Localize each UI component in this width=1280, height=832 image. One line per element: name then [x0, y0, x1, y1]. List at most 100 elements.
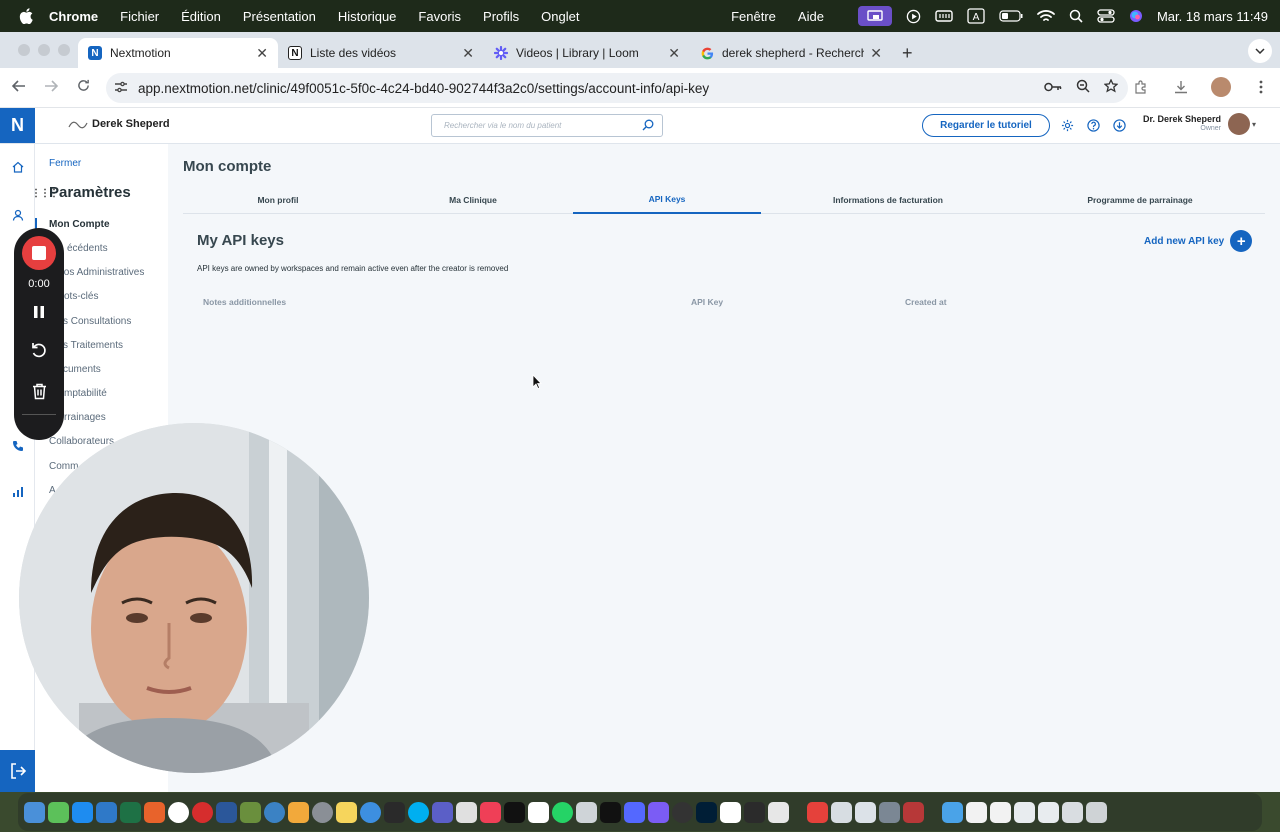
patients-icon[interactable] [11, 208, 24, 221]
teams-icon[interactable] [432, 801, 453, 823]
control-center-icon[interactable] [1097, 7, 1115, 25]
close-tab-icon[interactable]: ✕ [256, 45, 268, 62]
url-omnibox[interactable]: app.nextmotion.net/clinic/49f0051c-5f0c-… [106, 73, 1128, 103]
tab-informations-facturation[interactable]: Informations de facturation [793, 186, 983, 214]
menu-chrome[interactable]: Chrome [49, 9, 98, 24]
screen-share-icon[interactable] [857, 6, 892, 26]
menu-presentation[interactable]: Présentation [243, 9, 316, 24]
add-api-key-button[interactable]: Add new API key + [1144, 230, 1253, 252]
keyboard-input-icon[interactable]: A [967, 7, 985, 25]
siri-icon[interactable] [1129, 7, 1143, 25]
sidebar-item-mon-compte[interactable]: Mon Compte [49, 219, 110, 230]
patient-search-input[interactable]: Rechercher via le nom du patient [431, 114, 663, 137]
menubar-datetime[interactable]: Mar. 18 mars 11:49 [1157, 9, 1268, 24]
close-settings-link[interactable]: Fermer [49, 158, 81, 169]
menu-aide[interactable]: Aide [798, 9, 824, 24]
tab-programme-parrainage[interactable]: Programme de parrainage [1045, 186, 1235, 214]
sidebar-item-antecedents[interactable]: écédents [67, 243, 108, 254]
menu-onglet[interactable]: Onglet [541, 9, 579, 24]
chrome-icon[interactable] [168, 801, 189, 823]
sidebar-item-comptabilite[interactable]: mptabilité [64, 388, 107, 399]
tiktok-icon[interactable] [600, 801, 621, 823]
spotlight-search-icon[interactable] [1069, 7, 1083, 25]
new-tab-button[interactable]: + [892, 38, 923, 68]
close-tab-icon[interactable]: ✕ [870, 45, 882, 62]
loom-app-icon[interactable] [648, 801, 669, 823]
file-icon[interactable] [1014, 801, 1035, 823]
browser-tab-videos[interactable]: N Liste des vidéos ✕ [278, 38, 484, 68]
menu-fenetre[interactable]: Fenêtre [731, 9, 776, 24]
phone-icon[interactable] [11, 439, 24, 452]
capcut-icon[interactable] [504, 801, 525, 823]
stats-chart-icon[interactable] [11, 485, 24, 498]
close-tab-icon[interactable]: ✕ [462, 45, 474, 62]
home-icon[interactable] [11, 160, 24, 173]
final-cut-icon[interactable] [384, 801, 405, 823]
skype-icon[interactable] [408, 801, 429, 823]
migration-icon[interactable] [831, 801, 852, 823]
menu-fichier[interactable]: Fichier [120, 9, 159, 24]
reload-icon[interactable] [67, 79, 99, 97]
help-icon[interactable] [1086, 118, 1100, 132]
tab-search-chevron-icon[interactable] [1248, 39, 1272, 63]
menu-edition[interactable]: Édition [181, 9, 221, 24]
coda-icon[interactable] [240, 801, 261, 823]
profile-avatar[interactable] [1210, 76, 1232, 98]
file-icon[interactable] [1038, 801, 1059, 823]
calendar-icon[interactable] [528, 801, 549, 823]
chrome-menu-icon[interactable] [1250, 76, 1272, 98]
messages-icon[interactable] [48, 801, 69, 823]
browser-tab-nextmotion[interactable]: N Nextmotion ✕ [78, 38, 278, 68]
menu-profils[interactable]: Profils [483, 9, 519, 24]
excel-icon[interactable] [120, 801, 141, 823]
tab-mon-profil[interactable]: Mon profil [183, 186, 373, 214]
browser-tab-google[interactable]: derek shepherd - Recherche ✕ [690, 38, 892, 68]
plus-icon[interactable]: + [1230, 230, 1253, 252]
photos-icon[interactable] [288, 801, 309, 823]
settings-gear-icon[interactable] [1060, 118, 1074, 132]
sidebar-item-collaborateurs[interactable]: Collaborateurs [49, 436, 114, 447]
zoom-window-button[interactable] [58, 44, 70, 56]
apple-icon[interactable] [17, 7, 35, 25]
restart-button[interactable] [27, 338, 51, 362]
firefox-icon[interactable] [144, 801, 165, 823]
download-app-icon[interactable] [1112, 118, 1126, 132]
sidebar-item-parrainages[interactable]: rrainages [64, 412, 106, 423]
minimize-window-button[interactable] [38, 44, 50, 56]
close-tab-icon[interactable]: ✕ [668, 45, 680, 62]
chevron-down-icon[interactable]: ▾ [1252, 120, 1256, 129]
chatgpt-icon[interactable] [672, 801, 693, 823]
tab-api-keys[interactable]: API Keys [573, 186, 761, 214]
user-info[interactable]: Dr. Derek Sheperd Owner [1137, 114, 1221, 132]
document-icon[interactable] [990, 801, 1011, 823]
sidebar-item-infos-administratives[interactable]: fos Administratives [61, 267, 144, 278]
battery-icon[interactable] [999, 7, 1023, 25]
webcam-bubble[interactable] [19, 423, 369, 773]
pause-button[interactable] [27, 300, 51, 324]
delete-recording-button[interactable] [27, 379, 51, 403]
clinic-selector[interactable]: Derek Sheperd [68, 118, 170, 130]
bookmark-star-icon[interactable] [1103, 78, 1119, 96]
cleanmymac-icon[interactable] [807, 801, 828, 823]
menu-favoris[interactable]: Favoris [418, 9, 461, 24]
sidebar-item-documents[interactable]: cuments [63, 364, 101, 375]
document-icon[interactable] [966, 801, 987, 823]
download-icon[interactable] [1170, 76, 1192, 98]
tab-ma-clinique[interactable]: Ma Clinique [378, 186, 568, 214]
search-icon[interactable] [642, 119, 654, 133]
opera-icon[interactable] [192, 801, 213, 823]
watch-tutorial-button[interactable]: Regarder le tutoriel [922, 114, 1050, 137]
browser-tab-loom[interactable]: Videos | Library | Loom ✕ [484, 38, 690, 68]
dictionary-icon[interactable] [903, 801, 924, 823]
forward-arrow-icon[interactable] [35, 79, 67, 97]
quicktime-icon[interactable] [264, 801, 285, 823]
password-key-icon[interactable] [1044, 80, 1062, 95]
system-settings-icon[interactable] [312, 801, 333, 823]
screenshot-icon[interactable] [456, 801, 477, 823]
drive-icon[interactable] [576, 801, 597, 823]
play-circle-icon[interactable] [906, 7, 921, 25]
clips-icon[interactable] [480, 801, 501, 823]
arc-icon[interactable] [624, 801, 645, 823]
zoom-icon[interactable] [1076, 79, 1090, 96]
close-window-button[interactable] [18, 44, 30, 56]
